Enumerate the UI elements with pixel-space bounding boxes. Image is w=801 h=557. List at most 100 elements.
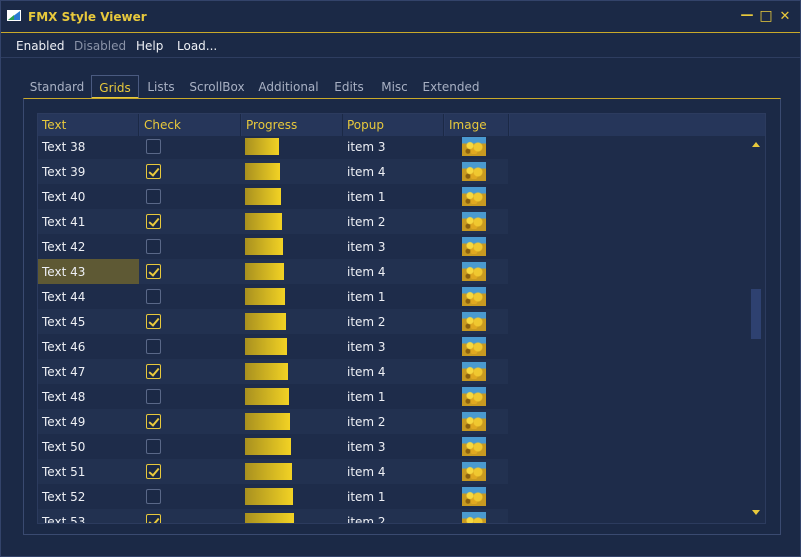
menu-help[interactable]: Help — [136, 39, 163, 53]
maximize-button[interactable]: □ — [759, 9, 773, 23]
cell-popup[interactable]: item 3 — [343, 434, 444, 459]
cell-text[interactable]: Text 42 — [38, 234, 139, 259]
cell-popup[interactable]: item 1 — [343, 284, 444, 309]
checkbox-checked[interactable] — [146, 514, 161, 523]
checkbox-unchecked[interactable] — [146, 139, 161, 154]
checkbox-checked[interactable] — [146, 364, 161, 379]
cell-text[interactable]: Text 53 — [38, 509, 139, 523]
flower-image-icon — [462, 162, 486, 181]
cell-popup[interactable]: item 3 — [343, 234, 444, 259]
cell-popup[interactable]: item 1 — [343, 484, 444, 509]
title-bar[interactable]: FMX Style Viewer — □ ✕ — [1, 1, 800, 33]
tab-extended[interactable]: Extended — [416, 75, 486, 99]
table-row[interactable]: Text 46 item 3 — [38, 334, 508, 359]
scroll-down-icon[interactable] — [752, 510, 760, 515]
table-row[interactable]: Text 42 item 3 — [38, 234, 508, 259]
flower-image-icon — [462, 412, 486, 431]
cell-popup[interactable]: item 2 — [343, 309, 444, 334]
cell-popup[interactable]: item 4 — [343, 459, 444, 484]
cell-popup[interactable]: item 4 — [343, 159, 444, 184]
grid-header: Text Check Progress Popup Image — [38, 114, 765, 136]
progress-bar — [245, 338, 287, 355]
tab-scrollbox[interactable]: ScrollBox — [182, 75, 252, 99]
table-row[interactable]: Text 48 item 1 — [38, 384, 508, 409]
cell-text[interactable]: Text 52 — [38, 484, 139, 509]
menu-enabled[interactable]: Enabled — [16, 39, 65, 53]
checkbox-unchecked[interactable] — [146, 489, 161, 504]
cell-popup[interactable]: item 2 — [343, 209, 444, 234]
cell-text[interactable]: Text 38 — [38, 136, 139, 159]
string-grid[interactable]: Text Check Progress Popup Image Text 38 i… — [37, 113, 766, 524]
cell-text[interactable]: Text 44 — [38, 284, 139, 309]
checkbox-unchecked[interactable] — [146, 439, 161, 454]
tab-grids[interactable]: Grids — [91, 75, 139, 99]
close-button[interactable]: ✕ — [778, 10, 792, 24]
table-row[interactable]: Text 40 item 1 — [38, 184, 508, 209]
checkbox-unchecked[interactable] — [146, 389, 161, 404]
column-header-check[interactable]: Check — [140, 114, 241, 136]
checkbox-unchecked[interactable] — [146, 339, 161, 354]
scroll-thumb[interactable] — [751, 289, 761, 339]
table-row[interactable]: Text 51 item 4 — [38, 459, 508, 484]
checkbox-checked[interactable] — [146, 164, 161, 179]
cell-text[interactable]: Text 43 — [38, 259, 139, 284]
cell-progress — [242, 309, 343, 334]
menu-disabled[interactable]: Disabled — [74, 39, 126, 53]
tab-edits[interactable]: Edits — [325, 75, 373, 99]
tab-misc[interactable]: Misc — [373, 75, 416, 99]
checkbox-checked[interactable] — [146, 314, 161, 329]
checkbox-checked[interactable] — [146, 464, 161, 479]
column-header-image[interactable]: Image — [445, 114, 509, 136]
table-row[interactable]: Text 38 item 3 — [38, 136, 508, 159]
table-row[interactable]: Text 50 item 3 — [38, 434, 508, 459]
cell-popup[interactable]: item 3 — [343, 136, 444, 159]
column-header-text[interactable]: Text — [38, 114, 139, 136]
table-row[interactable]: Text 41 item 2 — [38, 209, 508, 234]
cell-text[interactable]: Text 47 — [38, 359, 139, 384]
cell-text[interactable]: Text 49 — [38, 409, 139, 434]
cell-text[interactable]: Text 46 — [38, 334, 139, 359]
table-row[interactable]: Text 47 item 4 — [38, 359, 508, 384]
table-row[interactable]: Text 43 item 4 — [38, 259, 508, 284]
column-header-progress[interactable]: Progress — [242, 114, 343, 136]
column-header-popup[interactable]: Popup — [343, 114, 444, 136]
table-row[interactable]: Text 52 item 1 — [38, 484, 508, 509]
cell-check — [140, 409, 241, 434]
cell-image — [445, 234, 508, 259]
vertical-scrollbar[interactable] — [748, 136, 765, 523]
cell-popup[interactable]: item 2 — [343, 509, 444, 523]
cell-text[interactable]: Text 39 — [38, 159, 139, 184]
cell-text[interactable]: Text 48 — [38, 384, 139, 409]
cell-text[interactable]: Text 50 — [38, 434, 139, 459]
table-row[interactable]: Text 53 item 2 — [38, 509, 508, 523]
cell-popup[interactable]: item 4 — [343, 359, 444, 384]
cell-text[interactable]: Text 40 — [38, 184, 139, 209]
checkbox-checked[interactable] — [146, 414, 161, 429]
table-row[interactable]: Text 49 item 2 — [38, 409, 508, 434]
column-header-empty — [510, 114, 765, 136]
menu-load[interactable]: Load... — [177, 39, 217, 53]
checkbox-checked[interactable] — [146, 214, 161, 229]
minimize-button[interactable]: — — [740, 9, 754, 23]
checkbox-unchecked[interactable] — [146, 189, 161, 204]
progress-bar — [245, 463, 292, 480]
scroll-up-icon[interactable] — [752, 142, 760, 147]
cell-check — [140, 334, 241, 359]
tab-lists[interactable]: Lists — [140, 75, 182, 99]
cell-popup[interactable]: item 4 — [343, 259, 444, 284]
checkbox-unchecked[interactable] — [146, 289, 161, 304]
table-row[interactable]: Text 45 item 2 — [38, 309, 508, 334]
tab-additional[interactable]: Additional — [252, 75, 325, 99]
table-row[interactable]: Text 44 item 1 — [38, 284, 508, 309]
cell-text[interactable]: Text 45 — [38, 309, 139, 334]
checkbox-checked[interactable] — [146, 264, 161, 279]
tab-standard[interactable]: Standard — [23, 75, 91, 99]
table-row[interactable]: Text 39 item 4 — [38, 159, 508, 184]
cell-text[interactable]: Text 51 — [38, 459, 139, 484]
cell-popup[interactable]: item 1 — [343, 384, 444, 409]
checkbox-unchecked[interactable] — [146, 239, 161, 254]
cell-popup[interactable]: item 3 — [343, 334, 444, 359]
cell-text[interactable]: Text 41 — [38, 209, 139, 234]
cell-popup[interactable]: item 2 — [343, 409, 444, 434]
cell-popup[interactable]: item 1 — [343, 184, 444, 209]
